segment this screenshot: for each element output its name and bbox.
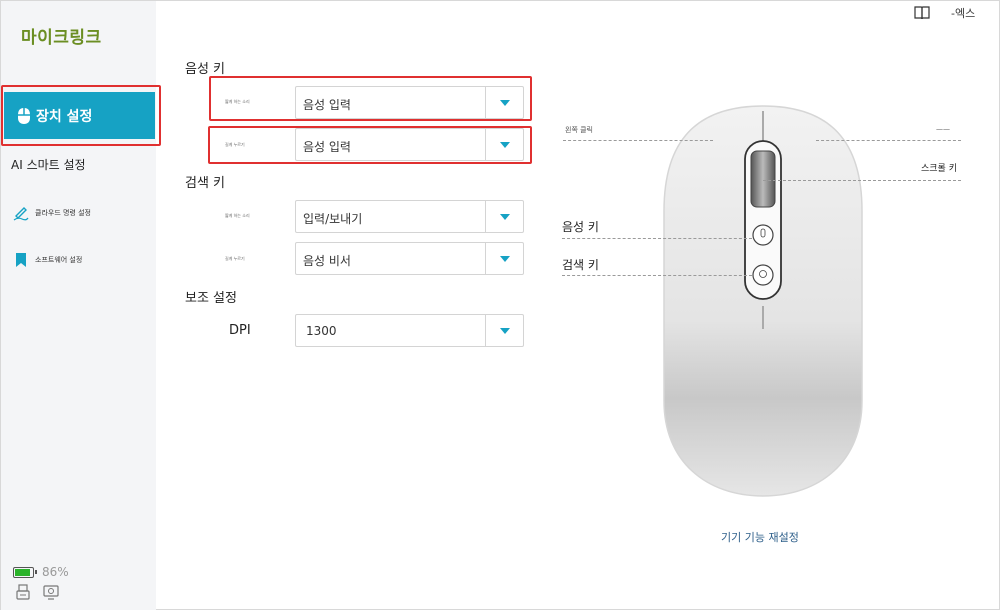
- search-key-title: 검색 키: [185, 176, 226, 191]
- dpi-select[interactable]: 1300: [295, 314, 524, 347]
- app-logo: 마이크링크: [21, 28, 102, 48]
- bookmark-icon: [16, 253, 26, 267]
- callout-line: [562, 275, 752, 276]
- dropdown-button[interactable]: [485, 315, 523, 346]
- mouse-image: [663, 105, 863, 497]
- chevron-down-icon: [499, 99, 510, 106]
- battery-icon: [13, 566, 37, 578]
- book-icon[interactable]: [914, 5, 930, 21]
- battery-fill: [15, 568, 30, 576]
- search-long-press-select[interactable]: 음성 비서: [295, 242, 524, 275]
- select-value: 입력/보내기: [303, 212, 363, 226]
- voice-short-press-select[interactable]: 음성 입력: [295, 86, 524, 119]
- voice-long-press-label: 길게 누르기: [225, 142, 245, 147]
- highlight-frame: [1, 85, 161, 146]
- sidebar-item-label: 소프트웨어 설정: [35, 256, 83, 264]
- chevron-down-icon: [499, 255, 510, 262]
- right-click-label: ——: [936, 125, 950, 133]
- voice-key-label: 음성 키: [562, 220, 599, 234]
- callout-line: [816, 140, 961, 141]
- app-window: 마이크링크 장치 설정 AI 스마트 설정 클라우드 명령 설정 소프트웨어 설…: [0, 0, 1000, 610]
- search-short-press-label: 짧게 하는 소리: [225, 213, 250, 218]
- language-selector[interactable]: -엑스: [951, 5, 975, 21]
- search-long-press-label: 길게 누르기: [225, 256, 245, 261]
- bottom-icons: [15, 584, 59, 600]
- dpi-label: DPI: [229, 323, 251, 338]
- pen-icon: [13, 207, 29, 221]
- callout-line: [563, 140, 713, 141]
- chevron-down-icon: [499, 213, 510, 220]
- callout-line: [763, 180, 961, 181]
- dropdown-button[interactable]: [485, 87, 523, 118]
- sidebar-item-ai-settings[interactable]: AI 스마트 설정: [11, 156, 86, 173]
- select-value: 음성 입력: [303, 140, 351, 154]
- sidebar-item-label: 클라우드 명령 설정: [35, 209, 91, 217]
- battery-text: 86%: [42, 565, 69, 579]
- left-click-label: 왼쪽 클릭: [565, 126, 593, 134]
- receiver-icon[interactable]: [15, 584, 31, 600]
- chevron-down-icon: [499, 141, 510, 148]
- select-value: 1300: [306, 324, 337, 338]
- scroll-key-label: 스크롤 키: [921, 164, 957, 174]
- sidebar: 마이크링크 장치 설정 AI 스마트 설정 클라우드 명령 설정 소프트웨어 설…: [1, 1, 161, 610]
- select-value: 음성 입력: [303, 98, 351, 112]
- aux-settings-title: 보조 설정: [185, 291, 237, 306]
- voice-long-press-select[interactable]: 음성 입력: [295, 128, 524, 161]
- battery-status: 86%: [13, 565, 69, 579]
- reset-device-link[interactable]: 기기 기능 재설정: [721, 529, 799, 545]
- dropdown-button[interactable]: [485, 201, 523, 232]
- callout-line: [562, 238, 752, 239]
- screen-sync-icon[interactable]: [43, 584, 59, 600]
- search-short-press-select[interactable]: 입력/보내기: [295, 200, 524, 233]
- sidebar-item-cloud-commands[interactable]: 클라우드 명령 설정: [13, 205, 91, 221]
- select-value: 음성 비서: [303, 254, 351, 268]
- voice-key-title: 음성 키: [185, 62, 226, 77]
- voice-short-press-label: 짧게 하는 소리: [225, 99, 250, 104]
- dropdown-button[interactable]: [485, 243, 523, 274]
- chevron-down-icon: [499, 327, 510, 334]
- sidebar-item-software-settings[interactable]: 소프트웨어 설정: [13, 252, 82, 268]
- search-key-label: 검색 키: [562, 258, 599, 272]
- dropdown-button[interactable]: [485, 129, 523, 160]
